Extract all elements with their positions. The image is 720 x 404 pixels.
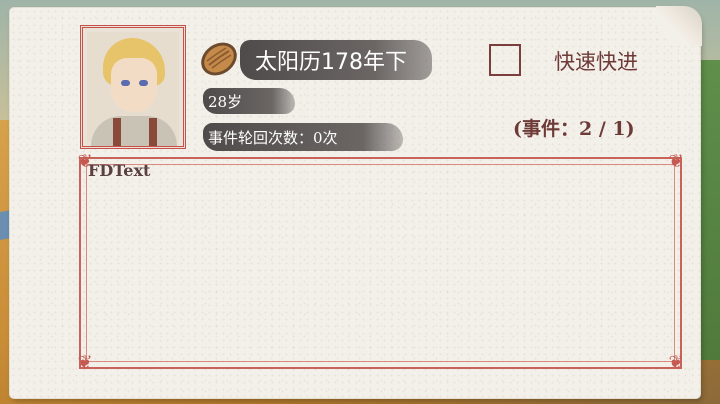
bread-icon	[201, 42, 237, 76]
frame-corner-ornament: ❦	[668, 151, 684, 172]
character-portrait	[80, 25, 186, 149]
frame-corner-ornament: ❦	[668, 352, 684, 373]
page-curl	[656, 6, 702, 46]
event-counter: (事件：2 / 1)	[513, 118, 635, 140]
fast-forward-label[interactable]: 快速快进	[554, 46, 638, 76]
event-text-frame	[79, 157, 682, 369]
portrait-face	[111, 58, 157, 112]
portrait-body	[91, 116, 177, 146]
age-label: 28岁	[208, 93, 243, 111]
cycle-count-label: 事件轮回次数：0次	[208, 129, 338, 147]
date-title: 太阳历178年下	[255, 50, 407, 75]
event-text: FDText	[88, 161, 151, 180]
frame-corner-ornament: ❦	[77, 352, 93, 373]
fast-forward-checkbox[interactable]	[489, 44, 521, 76]
